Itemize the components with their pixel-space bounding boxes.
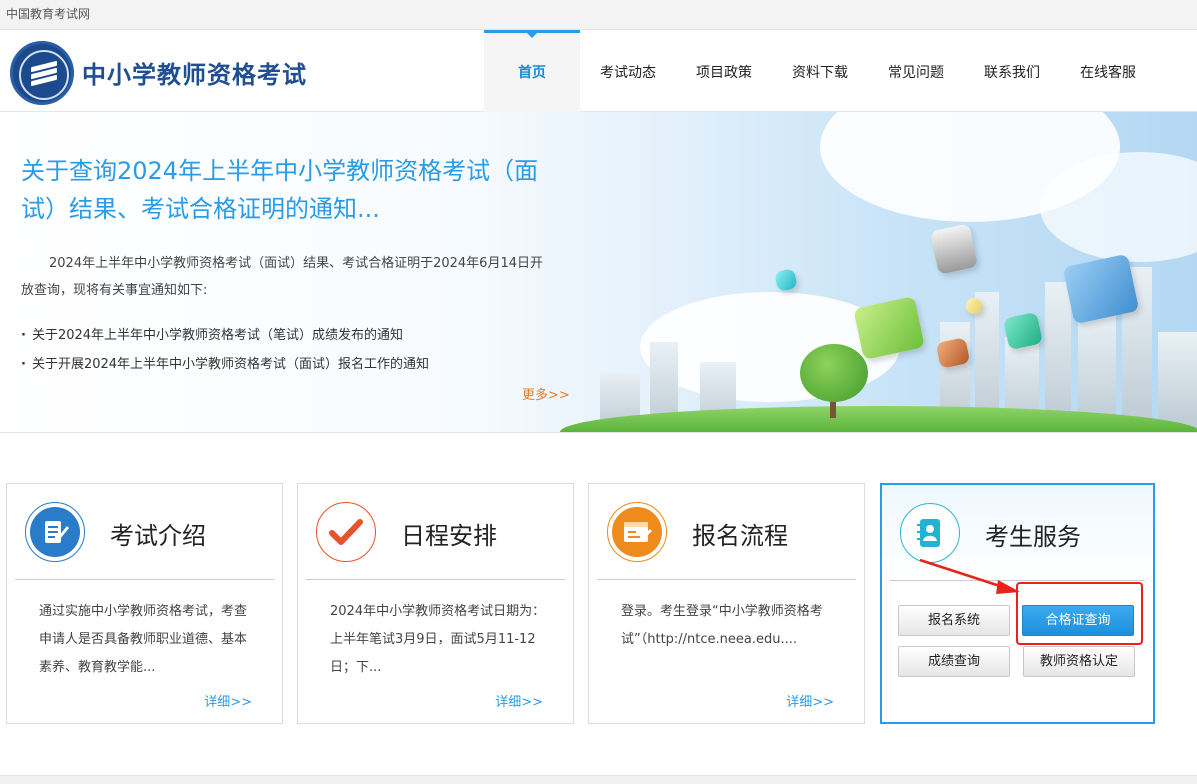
nav-home[interactable]: 首页 bbox=[484, 30, 580, 112]
piano-cube-icon bbox=[929, 223, 979, 275]
top-strip: 中国教育考试网 bbox=[0, 0, 1197, 30]
tree-icon bbox=[800, 344, 868, 402]
site-title[interactable]: 中小学教师资格考试 bbox=[82, 55, 307, 90]
red-arrow-icon bbox=[919, 558, 1020, 594]
card-schedule: 日程安排 2024年中小学教师资格考试日期为：上半年笔试3月9日，面试5月11-… bbox=[297, 483, 574, 724]
logo-icon[interactable] bbox=[10, 41, 74, 105]
card-title[interactable]: 考试介绍 bbox=[110, 516, 206, 551]
registration-system-button[interactable]: 报名系统 bbox=[898, 605, 1010, 636]
nav-online-service[interactable]: 在线客服 bbox=[1060, 30, 1156, 112]
card-summary: 通过实施中小学教师资格考试，考查申请人是否具备教师职业道德、基本素养、教育教学能… bbox=[39, 604, 248, 675]
small-cube-icon bbox=[774, 268, 798, 292]
card-icon-frame bbox=[25, 502, 85, 562]
card-divider bbox=[597, 579, 856, 580]
card-icon-frame bbox=[900, 503, 960, 563]
form-edit-icon bbox=[612, 507, 662, 557]
highlight-box bbox=[1016, 582, 1143, 645]
card-exam-intro: 考试介绍 通过实施中小学教师资格考试，考查申请人是否具备教师职业道德、基本素养、… bbox=[6, 483, 283, 724]
card-icon-frame bbox=[316, 502, 376, 562]
card-summary: 登录。考生登录“中小学教师资格考试”（http://ntce.neea.edu.… bbox=[621, 604, 823, 647]
document-pen-icon bbox=[30, 507, 80, 557]
banner-news-list: 关于2024年上半年中小学教师资格考试（笔试）成绩发布的通知 关于开展2024年… bbox=[21, 321, 561, 379]
banner-headline[interactable]: 关于查询2024年上半年中小学教师资格考试（面试）结果、考试合格证明的通知... bbox=[21, 152, 551, 228]
nav-exam-news[interactable]: 考试动态 bbox=[580, 30, 676, 112]
card-title[interactable]: 报名流程 bbox=[692, 516, 788, 551]
checkmark-icon bbox=[321, 507, 371, 557]
tv-cube-icon bbox=[853, 296, 925, 360]
contact-book-icon bbox=[905, 508, 955, 558]
footer-divider bbox=[0, 775, 1197, 784]
card-title[interactable]: 日程安排 bbox=[401, 516, 497, 551]
more-link[interactable]: 更多>> bbox=[522, 384, 570, 403]
card-detail-link[interactable]: 详细>> bbox=[204, 691, 252, 710]
score-query-button[interactable]: 成绩查询 bbox=[898, 646, 1010, 677]
card-title[interactable]: 考生服务 bbox=[985, 517, 1081, 552]
nav-policy[interactable]: 项目政策 bbox=[676, 30, 772, 112]
card-icon-frame bbox=[607, 502, 667, 562]
city-skyline bbox=[1158, 332, 1197, 432]
card-divider bbox=[306, 579, 565, 580]
card-detail-link[interactable]: 详细>> bbox=[786, 691, 834, 710]
teacher-qualification-button[interactable]: 教师资格认定 bbox=[1023, 646, 1135, 677]
card-summary: 2024年中小学教师资格考试日期为：上半年笔试3月9日，面试5月11-12日；下… bbox=[330, 604, 546, 675]
card-divider bbox=[15, 579, 274, 580]
news-link[interactable]: 关于2024年上半年中小学教师资格考试（笔试）成绩发布的通知 bbox=[21, 321, 561, 350]
card-registration-process: 报名流程 登录。考生登录“中小学教师资格考试”（http://ntce.neea… bbox=[588, 483, 865, 724]
nav-faq[interactable]: 常见问题 bbox=[868, 30, 964, 112]
nav-downloads[interactable]: 资料下载 bbox=[772, 30, 868, 112]
news-link[interactable]: 关于开展2024年上半年中小学教师资格考试（面试）报名工作的通知 bbox=[21, 350, 561, 379]
main-nav: 首页 考试动态 项目政策 资料下载 常见问题 联系我们 在线客服 bbox=[484, 30, 1156, 112]
news-banner: 关于查询2024年上半年中小学教师资格考试（面试）结果、考试合格证明的通知...… bbox=[0, 112, 1197, 433]
site-network-label[interactable]: 中国教育考试网 bbox=[6, 7, 90, 21]
banner-description: 2024年上半年中小学教师资格考试（面试）结果、考试合格证明于2024年6月14… bbox=[21, 256, 543, 298]
card-detail-link[interactable]: 详细>> bbox=[495, 691, 543, 710]
header: 中小学教师资格考试 首页 考试动态 项目政策 资料下载 常见问题 联系我们 在线… bbox=[0, 30, 1197, 112]
nav-contact[interactable]: 联系我们 bbox=[964, 30, 1060, 112]
